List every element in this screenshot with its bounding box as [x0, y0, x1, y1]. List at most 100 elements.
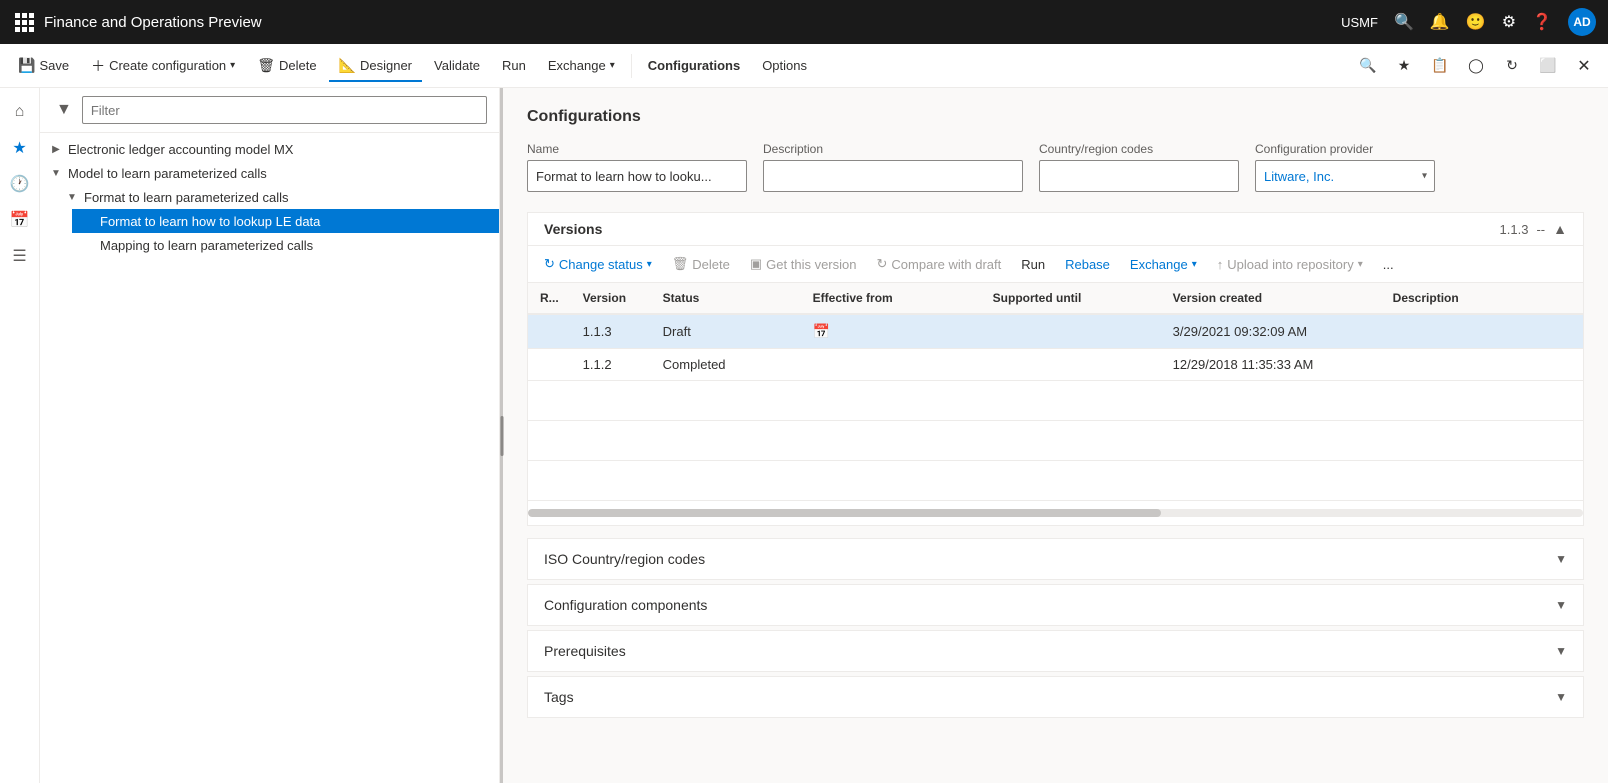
name-input[interactable] [527, 160, 747, 192]
refresh-icon[interactable]: ↻ [1496, 50, 1528, 82]
sidebar-filter-bar: ▼ [40, 88, 499, 133]
tags-header[interactable]: Tags ▼ [528, 677, 1583, 717]
resize-icon[interactable]: ⬜ [1532, 50, 1564, 82]
nav-calendar-icon[interactable]: 📅 [4, 204, 36, 236]
calendar-icon[interactable]: 📅 [813, 323, 830, 339]
filter-input[interactable] [82, 96, 487, 124]
change-status-refresh-icon: ↻ [544, 256, 555, 272]
sidebar-resize-handle[interactable] [500, 88, 503, 783]
avatar[interactable]: AD [1568, 8, 1596, 36]
col-header-created[interactable]: Version created [1161, 283, 1381, 314]
save-icon: 💾 [18, 57, 35, 74]
user-label: USMF [1341, 15, 1378, 30]
versions-title: Versions [544, 221, 602, 237]
smiley-icon[interactable]: 🙂 [1466, 12, 1486, 32]
filter-icon[interactable]: ▼ [52, 97, 76, 123]
provider-select[interactable]: Litware, Inc. [1255, 160, 1435, 192]
validate-button[interactable]: Validate [424, 52, 490, 79]
toolbar-right-icons: 🔍 ★ 📋 ◯ ↻ ⬜ ✕ [1352, 50, 1600, 82]
provider-label: Configuration provider [1255, 142, 1435, 156]
tree-toggle-2[interactable]: ▼ [64, 189, 80, 205]
get-this-version-button[interactable]: ▣ Get this version [742, 252, 865, 276]
personalize-icon[interactable]: 📋 [1424, 50, 1456, 82]
settings-icon[interactable]: ⚙ [1502, 12, 1516, 32]
name-field: Name [527, 142, 747, 192]
col-header-status[interactable]: Status [651, 283, 801, 314]
change-status-chevron-icon: ▾ [647, 259, 652, 270]
sidebar: ▼ ▶ Electronic ledger accounting model M… [40, 88, 500, 783]
scroll-track[interactable] [528, 509, 1583, 517]
tree-view: ▶ Electronic ledger accounting model MX … [40, 133, 499, 783]
badge-icon[interactable]: ◯ [1460, 50, 1492, 82]
col-header-desc[interactable]: Description [1381, 283, 1583, 314]
options-button[interactable]: Options [752, 52, 817, 79]
description-input[interactable] [763, 160, 1023, 192]
configurations-button[interactable]: Configurations [638, 52, 750, 79]
versions-exchange-button[interactable]: Exchange ▾ [1122, 253, 1205, 276]
versions-delete-button[interactable]: 🗑 Delete [664, 252, 738, 276]
table-row-empty [528, 381, 1583, 421]
config-components-header[interactable]: Configuration components ▼ [528, 585, 1583, 625]
tree-toggle-0[interactable]: ▶ [48, 141, 64, 157]
scroll-thumb[interactable] [528, 509, 1161, 517]
content-area: Configurations Name Description Country/… [503, 88, 1608, 783]
close-icon[interactable]: ✕ [1568, 50, 1600, 82]
favorites-icon[interactable]: ★ [1388, 50, 1420, 82]
provider-select-container: Litware, Inc. ▾ [1255, 160, 1435, 192]
row2-r [528, 349, 571, 381]
nav-list-icon[interactable]: ☰ [4, 240, 36, 272]
compare-draft-button[interactable]: ↻ Compare with draft [869, 252, 1010, 276]
run-button[interactable]: Run [492, 52, 536, 79]
exchange-button[interactable]: Exchange ▾ [538, 52, 625, 79]
col-header-effective[interactable]: Effective from [801, 283, 981, 314]
more-options-button[interactable]: ... [1375, 253, 1402, 276]
designer-button[interactable]: 📐 Designer [329, 51, 422, 80]
save-button[interactable]: 💾 Save [8, 51, 79, 80]
col-header-r[interactable]: R... [528, 283, 571, 314]
designer-icon: 📐 [339, 57, 356, 74]
search-toolbar-icon[interactable]: 🔍 [1352, 50, 1384, 82]
country-label: Country/region codes [1039, 142, 1239, 156]
row1-supported [981, 314, 1161, 349]
get-version-icon: ▣ [750, 256, 762, 272]
versions-run-button[interactable]: Run [1013, 253, 1053, 276]
upload-icon: ↑ [1217, 257, 1224, 272]
delete-button[interactable]: 🗑 Delete [247, 51, 326, 80]
sidebar-item-format-parameterized[interactable]: ▼ Format to learn parameterized calls [56, 185, 499, 209]
versions-collapse-icon[interactable]: ▲ [1553, 221, 1567, 237]
prerequisites-collapse-icon: ▼ [1555, 644, 1567, 658]
country-input[interactable] [1039, 160, 1239, 192]
versions-badge: 1.1.3 [1500, 222, 1529, 237]
nav-recent-icon[interactable]: 🕐 [4, 168, 36, 200]
config-components-section: Configuration components ▼ [527, 584, 1584, 626]
prerequisites-header[interactable]: Prerequisites ▼ [528, 631, 1583, 671]
nav-home-icon[interactable]: ⌂ [4, 96, 36, 128]
sidebar-item-model-parameterized[interactable]: ▼ Model to learn parameterized calls [40, 161, 499, 185]
table-row[interactable]: 1.1.3 Draft 📅 3/29/2021 09:32:09 AM [528, 314, 1583, 349]
prerequisites-section: Prerequisites ▼ [527, 630, 1584, 672]
col-header-version[interactable]: Version [571, 283, 651, 314]
sidebar-item-mapping[interactable]: Mapping to learn parameterized calls [72, 233, 499, 257]
nav-favorites-icon[interactable]: ★ [4, 132, 36, 164]
rebase-button[interactable]: Rebase [1057, 253, 1118, 276]
sidebar-item-electronic-ledger[interactable]: ▶ Electronic ledger accounting model MX [40, 137, 499, 161]
compare-icon: ↻ [877, 256, 888, 272]
versions-delete-icon: 🗑 [672, 256, 689, 272]
sidebar-item-format-lookup[interactable]: Format to learn how to lookup LE data [72, 209, 499, 233]
table-row[interactable]: 1.1.2 Completed 12/29/2018 11:35:33 AM [528, 349, 1583, 381]
upload-repository-button[interactable]: ↑ Upload into repository ▾ [1209, 253, 1371, 276]
provider-field: Configuration provider Litware, Inc. ▾ [1255, 142, 1435, 192]
top-bar-right: USMF 🔍 🔔 🙂 ⚙ ❓ AD [1341, 8, 1596, 36]
row2-desc [1381, 349, 1583, 381]
app-grid-icon[interactable] [12, 10, 36, 34]
tree-toggle-1[interactable]: ▼ [48, 165, 64, 181]
iso-codes-header[interactable]: ISO Country/region codes ▼ [528, 539, 1583, 579]
col-header-supported[interactable]: Supported until [981, 283, 1161, 314]
bell-icon[interactable]: 🔔 [1430, 12, 1450, 32]
name-label: Name [527, 142, 747, 156]
help-icon[interactable]: ❓ [1532, 12, 1552, 32]
create-configuration-button[interactable]: ＋ Create configuration ▾ [81, 50, 245, 82]
search-icon[interactable]: 🔍 [1394, 12, 1414, 32]
change-status-button[interactable]: ↻ Change status ▾ [536, 252, 660, 276]
table-row-empty [528, 461, 1583, 501]
